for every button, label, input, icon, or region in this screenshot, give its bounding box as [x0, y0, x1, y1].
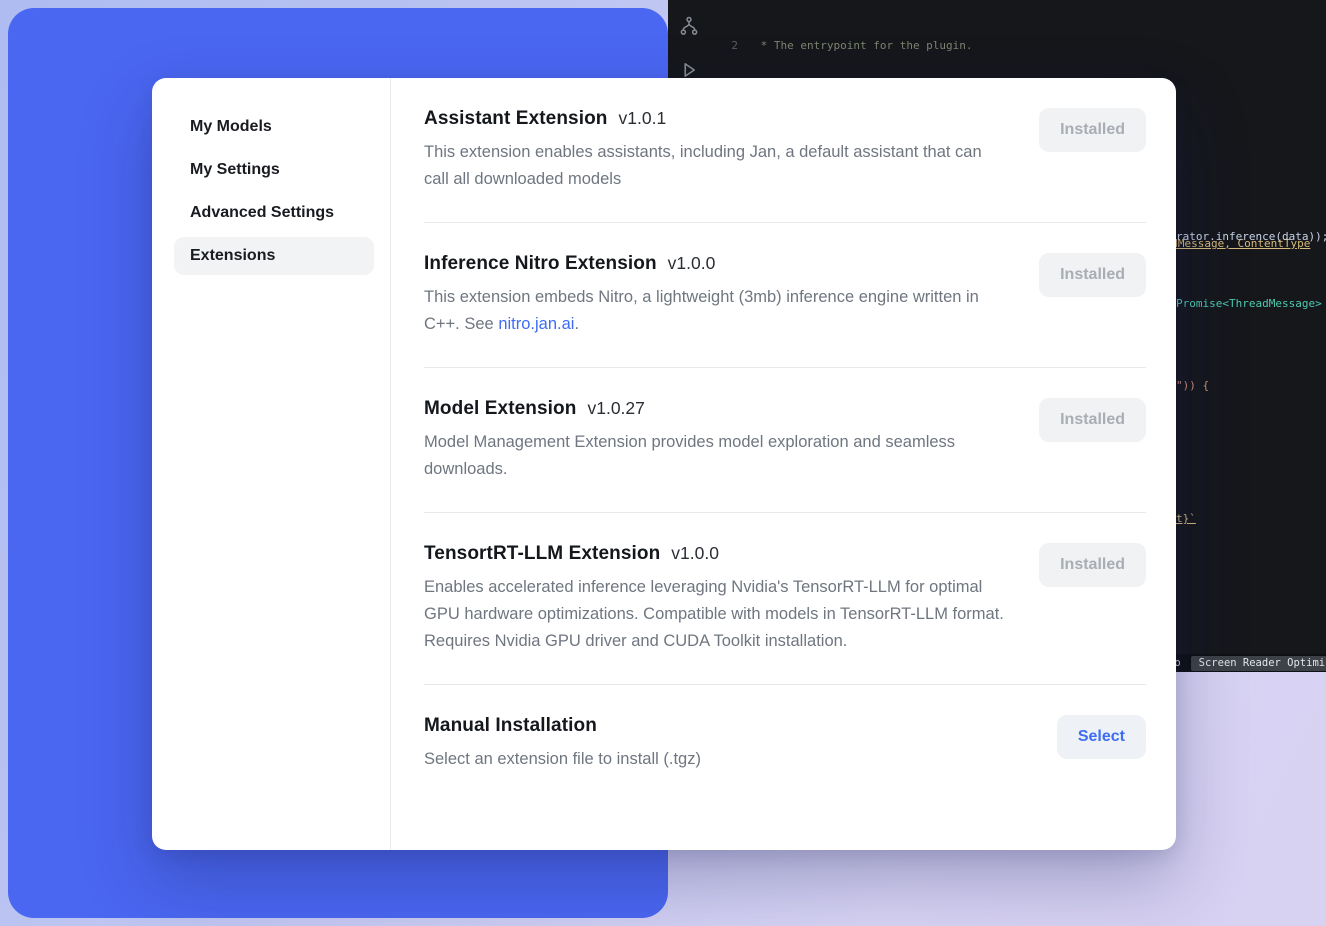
- settings-sidebar: My Models My Settings Advanced Settings …: [152, 78, 391, 850]
- manual-installation-row: Manual Installation Select an extension …: [424, 685, 1146, 802]
- extension-row-nitro: Inference Nitro Extension v1.0.0 This ex…: [424, 223, 1146, 368]
- code-fragment: t}`: [1176, 512, 1196, 525]
- extension-row-model: Model Extension v1.0.27 Model Management…: [424, 368, 1146, 513]
- settings-dialog: My Models My Settings Advanced Settings …: [152, 78, 1176, 850]
- installed-button[interactable]: Installed: [1039, 253, 1146, 297]
- code-fragment: ")) {: [1176, 379, 1209, 392]
- installed-button[interactable]: Installed: [1039, 108, 1146, 152]
- sidebar-item-my-models[interactable]: My Models: [174, 108, 374, 146]
- extension-description: Enables accelerated inference leveraging…: [424, 574, 1006, 655]
- sidebar-item-advanced-settings[interactable]: Advanced Settings: [174, 194, 374, 232]
- extension-title: Assistant Extension: [424, 108, 608, 130]
- section-title: Manual Installation: [424, 715, 597, 737]
- installed-button[interactable]: Installed: [1039, 398, 1146, 442]
- extension-row-tensorrt: TensortRT-LLM Extension v1.0.0 Enables a…: [424, 513, 1146, 685]
- section-description: Select an extension file to install (.tg…: [424, 746, 701, 773]
- extensions-list: Assistant Extension v1.0.1 This extensio…: [391, 78, 1176, 850]
- extension-version: v1.0.0: [668, 253, 716, 274]
- extension-description: This extension enables assistants, inclu…: [424, 139, 1006, 193]
- sidebar-item-my-settings[interactable]: My Settings: [174, 151, 374, 189]
- installed-button[interactable]: Installed: [1039, 543, 1146, 587]
- code-fragment: rator.inference(data));: [1176, 230, 1326, 243]
- git-fork-icon[interactable]: [679, 16, 699, 40]
- extension-description: Model Management Extension provides mode…: [424, 429, 1006, 483]
- line-number: 2: [712, 38, 738, 55]
- screen-reader-optimized-button[interactable]: Screen Reader Optimized: [1191, 656, 1326, 671]
- extension-version: v1.0.0: [671, 543, 719, 564]
- extension-title: Model Extension: [424, 398, 576, 420]
- extension-version: v1.0.27: [587, 398, 644, 419]
- extension-version: v1.0.1: [619, 108, 667, 129]
- select-file-button[interactable]: Select: [1057, 715, 1146, 759]
- code-text: * The entrypoint for the plugin.: [754, 38, 973, 55]
- extension-description: This extension embeds Nitro, a lightweig…: [424, 284, 1006, 338]
- sidebar-item-extensions[interactable]: Extensions: [174, 237, 374, 275]
- extension-title: Inference Nitro Extension: [424, 253, 657, 275]
- extension-row-assistant: Assistant Extension v1.0.1 This extensio…: [424, 78, 1146, 223]
- extension-title: TensortRT-LLM Extension: [424, 543, 660, 565]
- code-fragment: Promise<ThreadMessage>: [1176, 297, 1322, 310]
- nitro-jan-ai-link[interactable]: nitro.jan.ai: [498, 315, 574, 333]
